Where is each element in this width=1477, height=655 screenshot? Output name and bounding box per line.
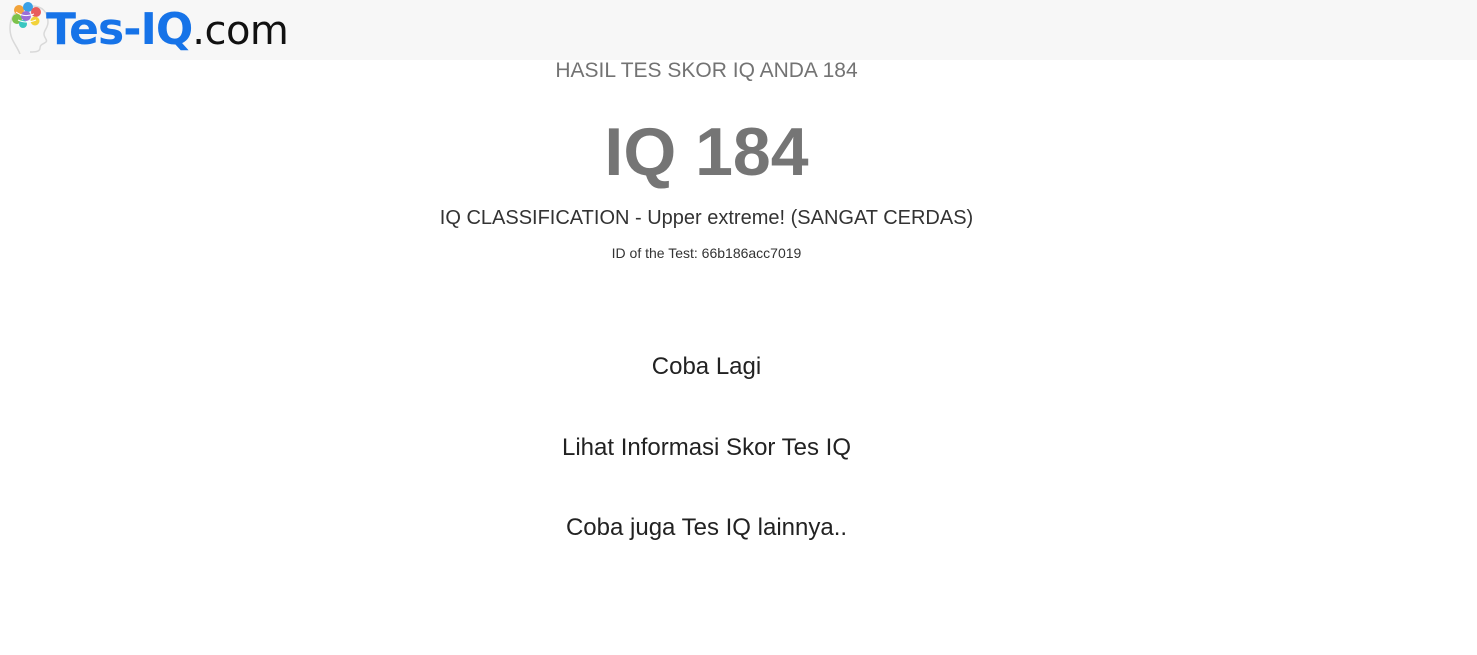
site-header: Tes-IQ.com: [0, 0, 1477, 60]
score-info-link[interactable]: Lihat Informasi Skor Tes IQ: [562, 434, 851, 461]
retry-link[interactable]: Coba Lagi: [652, 353, 761, 380]
brain-head-icon: [9, 2, 49, 55]
other-tests-link-row: Coba juga Tes IQ lainnya..: [0, 513, 1413, 543]
logo-domain-text: .com: [192, 8, 289, 54]
logo-main-text: Tes-IQ: [46, 4, 193, 55]
retry-link-row: Coba Lagi: [0, 352, 1413, 382]
result-subtitle: HASIL TES SKOR IQ ANDA 184: [555, 59, 858, 82]
iq-classification: IQ CLASSIFICATION - Upper extreme! (SANG…: [439, 207, 974, 229]
test-id: ID of the Test: 66b186acc7019: [611, 245, 802, 261]
iq-score: IQ 184: [604, 114, 809, 190]
other-tests-link[interactable]: Coba juga Tes IQ lainnya..: [566, 514, 847, 541]
score-info-link-row: Lihat Informasi Skor Tes IQ: [0, 433, 1413, 463]
